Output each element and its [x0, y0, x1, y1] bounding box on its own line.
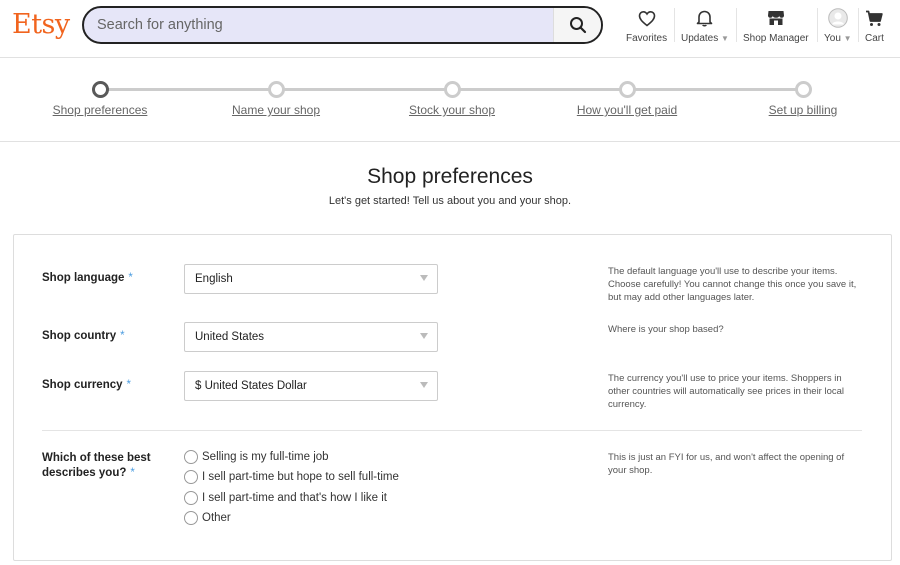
nav-divider [858, 8, 859, 42]
shop-manager-button[interactable]: Shop Manager [743, 8, 809, 44]
radio-option-part-time-like[interactable]: I sell part-time and that's how I like i… [184, 491, 387, 505]
required-marker: * [126, 379, 132, 391]
radio-option-label: Other [202, 512, 231, 524]
radio-button[interactable] [184, 511, 198, 525]
avatar-icon [827, 8, 848, 28]
you-menu-button[interactable]: You ▼ [824, 8, 852, 44]
favorites-button[interactable]: Favorites [626, 8, 667, 44]
dropdown-arrow-icon [420, 382, 428, 388]
shop-language-value: English [195, 273, 233, 285]
shop-manager-label: Shop Manager [743, 33, 809, 44]
step-dot-stock-your-shop [444, 81, 461, 98]
required-marker: * [130, 467, 135, 479]
shop-language-select[interactable]: English [184, 264, 438, 294]
page-subtitle: Let's get started! Tell us about you and… [328, 195, 572, 207]
step-dot-get-paid [619, 81, 636, 98]
search-input[interactable] [84, 8, 554, 42]
describe-you-label-line2: describes you? [42, 467, 127, 479]
required-marker: * [120, 330, 125, 342]
step-get-paid[interactable]: How you'll get paid [577, 103, 677, 117]
radio-button[interactable] [184, 491, 198, 505]
preferences-form: Shop language * English The default langu… [13, 234, 892, 561]
shop-currency-value: $ United States Dollar [195, 380, 307, 392]
step-name-your-shop[interactable]: Name your shop [232, 103, 320, 117]
step-shop-preferences[interactable]: Shop preferences [53, 103, 148, 117]
radio-option-other[interactable]: Other [184, 511, 231, 525]
chevron-down-icon: ▼ [721, 34, 729, 43]
dropdown-arrow-icon [420, 333, 428, 339]
shop-country-help: Where is your shop based? [608, 324, 724, 335]
radio-option-full-time[interactable]: Selling is my full-time job [184, 450, 329, 464]
radio-option-part-time-hope[interactable]: I sell part-time but hope to sell full-t… [184, 470, 399, 484]
shop-country-label-text: Shop country [42, 330, 117, 342]
shop-country-value: United States [195, 331, 265, 343]
radio-option-label: Selling is my full-time job [202, 451, 329, 463]
nav-divider [674, 8, 675, 42]
shop-currency-help: The currency you'll use to price your it… [608, 373, 845, 410]
step-stock-your-shop[interactable]: Stock your shop [409, 103, 495, 117]
radio-button[interactable] [184, 470, 198, 484]
favorites-label: Favorites [626, 33, 668, 44]
step-dot-shop-preferences [92, 81, 109, 98]
shop-language-label: Shop language * [42, 272, 133, 284]
heart-icon [638, 10, 655, 27]
shop-currency-label: Shop currency * [42, 379, 131, 391]
search-bar [82, 6, 603, 44]
shop-country-label: Shop country * [42, 330, 125, 342]
step-set-up-billing[interactable]: Set up billing [769, 103, 838, 117]
page-title: Shop preferences [367, 165, 533, 188]
describe-you-help: This is just an FYI for us, and won't af… [608, 452, 845, 476]
you-label: You [824, 33, 841, 44]
shop-currency-select[interactable]: $ United States Dollar [184, 371, 438, 401]
radio-option-label: I sell part-time but hope to sell full-t… [202, 471, 399, 483]
section-divider [42, 430, 862, 431]
describe-you-label: Which of these best describes you? * [42, 451, 151, 481]
nav-divider [736, 8, 737, 42]
updates-button[interactable]: Updates ▼ [681, 8, 729, 44]
shop-language-help: The default language you'll use to descr… [608, 266, 857, 303]
describe-you-label-line1: Which of these best [42, 452, 151, 464]
updates-label: Updates [681, 33, 719, 44]
etsy-logo[interactable]: Etsy [12, 9, 70, 40]
top-header: Etsy Favorites Updates ▼ [0, 0, 900, 58]
radio-button[interactable] [184, 450, 198, 464]
shop-language-label-text: Shop language [42, 272, 125, 284]
step-dot-name-your-shop [268, 81, 285, 98]
step-dot-set-up-billing [795, 81, 812, 98]
onboarding-steps: Shop preferences Name your shop Stock yo… [0, 58, 900, 142]
required-marker: * [128, 272, 133, 284]
cart-icon [866, 10, 884, 26]
shop-icon [767, 11, 784, 25]
radio-option-label: I sell part-time and that's how I like i… [202, 492, 387, 504]
chevron-down-icon: ▼ [843, 34, 852, 43]
shop-currency-label-text: Shop currency [42, 379, 123, 391]
cart-button[interactable]: Cart [865, 8, 884, 44]
search-icon [569, 17, 586, 34]
cart-label: Cart [865, 33, 884, 44]
bell-icon [697, 10, 713, 27]
search-button[interactable] [553, 8, 601, 42]
nav-divider [817, 8, 818, 42]
shop-country-select[interactable]: United States [184, 322, 438, 352]
dropdown-arrow-icon [420, 275, 428, 281]
